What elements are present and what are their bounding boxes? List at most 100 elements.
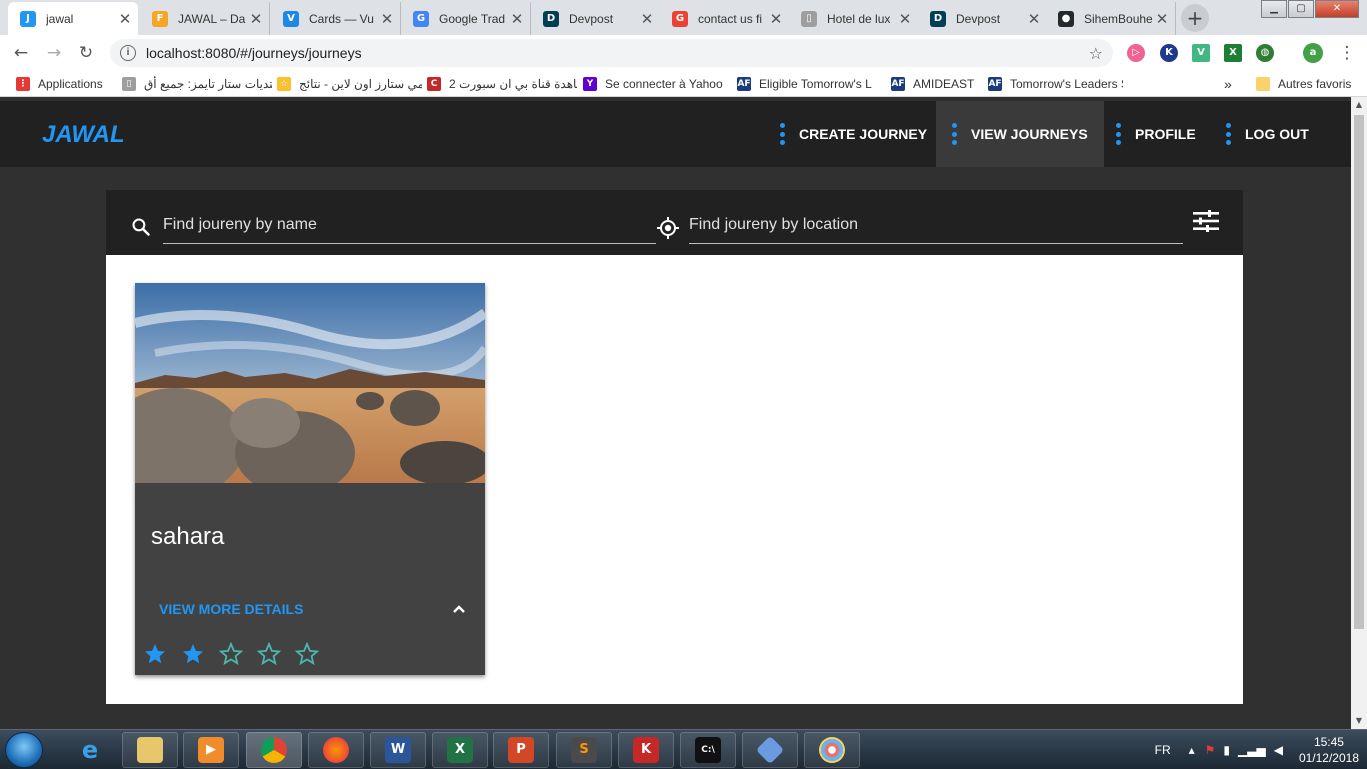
bookmark-item[interactable]: ⋮ Applications — [16, 76, 103, 92]
taskbar-internet-explorer[interactable]: e — [62, 732, 118, 768]
system-clock[interactable]: 15:45 01/12/2018 — [1299, 734, 1359, 766]
taskbar-excel[interactable]: X — [432, 732, 488, 768]
scrollbar-thumb[interactable] — [1354, 115, 1364, 629]
maximize-button[interactable]: ▢ — [1288, 0, 1314, 18]
close-tab-icon[interactable]: ✕ — [1027, 10, 1041, 28]
taskbar-chrome[interactable] — [246, 732, 302, 768]
taskbar-kaspersky[interactable]: K — [618, 732, 674, 768]
browser-tab[interactable]: D Devpost ✕ — [918, 2, 1048, 35]
browser-toolbar: ← → ↻ i ☆ ▷ K V X ◍ a ⋮ — [0, 35, 1367, 71]
taskbar-media-player[interactable]: ▶ — [183, 732, 239, 768]
language-indicator[interactable]: FR — [1155, 743, 1171, 757]
taskbar-sublime-text[interactable]: S — [556, 732, 612, 768]
browser-tab[interactable]: ● SihemBouhe ✕ — [1046, 2, 1176, 35]
name-search-input[interactable] — [163, 206, 656, 243]
nav-log-out[interactable]: LOG OUT — [1210, 101, 1325, 167]
site-info-icon[interactable]: i — [120, 45, 136, 61]
network-warning-icon[interactable]: ⚑ — [1205, 743, 1216, 757]
browser-tab[interactable]: F JAWAL – Da ✕ — [140, 2, 270, 35]
close-tab-icon[interactable]: ✕ — [1155, 10, 1169, 28]
taskbar-file-explorer[interactable] — [122, 732, 178, 768]
browser-tab[interactable]: D Devpost ✕ — [531, 2, 661, 35]
new-tab-button[interactable]: + — [1181, 4, 1209, 32]
browser-tab[interactable]: ▯ Hotel de lux ✕ — [789, 2, 919, 35]
nav-profile[interactable]: PROFILE — [1100, 101, 1212, 167]
folder-icon — [1256, 77, 1270, 91]
bookmark-label: مشاهدة قناة بي ان سبورت 2 — [449, 77, 577, 91]
close-tab-icon[interactable]: ✕ — [510, 10, 524, 28]
taskbar-command-prompt[interactable]: C:\ — [680, 732, 736, 768]
extension-x-icon[interactable]: X — [1224, 44, 1242, 62]
taskbar-git-gui[interactable] — [742, 732, 798, 768]
bookmark-label: Tomorrow's Leaders S — [1010, 77, 1123, 91]
address-bar[interactable]: i ☆ — [110, 39, 1113, 67]
profile-avatar[interactable]: a — [1303, 43, 1323, 63]
url-input[interactable] — [146, 45, 1089, 61]
star-filled-icon[interactable] — [181, 642, 205, 666]
other-bookmarks-label: Autres favoris — [1278, 77, 1352, 91]
bookmark-favicon-icon: ☆ — [277, 77, 291, 91]
bookmark-item[interactable]: Y Se connecter à Yahoo — [583, 76, 723, 92]
taskbar-paint[interactable] — [804, 732, 860, 768]
bookmark-label: AMIDEAST — [913, 77, 975, 91]
taskbar-firefox[interactable] — [308, 732, 364, 768]
show-hidden-icons-icon[interactable]: ▴ — [1189, 743, 1195, 757]
browser-menu-icon[interactable]: ⋮ — [1337, 43, 1357, 63]
nav-view-journeys[interactable]: VIEW JOURNEYS — [936, 101, 1104, 167]
star-outline-icon[interactable] — [219, 642, 243, 666]
close-tab-icon[interactable]: ✕ — [640, 10, 654, 28]
firebase-favicon: F — [152, 10, 168, 27]
terminal-icon: C:\ — [695, 737, 721, 763]
my-location-icon[interactable] — [656, 216, 680, 240]
taskbar-word[interactable]: W — [370, 732, 426, 768]
star-outline-icon[interactable] — [295, 642, 319, 666]
vue-devtools-icon[interactable]: V — [1192, 44, 1210, 62]
filter-tune-icon[interactable] — [1193, 210, 1219, 232]
nav-create-journey[interactable]: CREATE JOURNEY — [764, 101, 943, 167]
other-bookmarks-folder[interactable]: Autres favoris — [1256, 76, 1351, 92]
close-tab-icon[interactable]: ✕ — [898, 10, 912, 28]
bookmark-item[interactable]: AF Tomorrow's Leaders S — [988, 76, 1123, 92]
app-logo[interactable]: JAWAL — [42, 121, 125, 149]
taskbar-powerpoint[interactable]: P — [493, 732, 549, 768]
volume-icon[interactable]: ◀ — [1274, 743, 1283, 757]
battery-icon[interactable]: ▮ — [1223, 743, 1230, 757]
signal-icon[interactable]: ▁▃▅ — [1238, 743, 1266, 757]
bookmark-item[interactable]: AF Eligible Tomorrow's L — [737, 76, 872, 92]
bookmark-star-icon[interactable]: ☆ — [1089, 44, 1103, 63]
close-tab-icon[interactable]: ✕ — [769, 10, 783, 28]
star-outline-icon[interactable] — [257, 642, 281, 666]
bookmark-favicon-icon: AF — [988, 77, 1002, 91]
bookmark-item[interactable]: AF AMIDEAST — [891, 76, 974, 92]
browser-tab[interactable]: Jjawal ✕ — [8, 2, 138, 35]
view-more-details-button[interactable]: VIEW MORE DETAILS — [159, 601, 303, 617]
close-tab-icon[interactable]: ✕ — [249, 10, 263, 28]
back-icon[interactable]: ← — [11, 43, 31, 63]
chevron-up-icon[interactable] — [451, 601, 467, 617]
close-window-button[interactable]: ✕ — [1315, 0, 1359, 18]
browser-tab[interactable]: Gcontact us fi ✕ — [660, 2, 790, 35]
bookmark-item[interactable]: C مشاهدة قناة بي ان سبورت 2 — [427, 76, 577, 92]
excel-icon: X — [447, 737, 473, 763]
extension-globe-icon[interactable]: ◍ — [1256, 44, 1274, 62]
nav-label: LOG OUT — [1245, 126, 1309, 142]
scroll-down-icon[interactable]: ▼ — [1351, 713, 1367, 729]
folder-icon — [137, 737, 163, 763]
close-tab-icon[interactable]: ✕ — [380, 10, 394, 28]
browser-tab[interactable]: G Google Trad ✕ — [401, 2, 531, 35]
scroll-up-icon[interactable]: ▲ — [1351, 97, 1367, 113]
page-scrollbar[interactable]: ▲ ▼ — [1351, 97, 1367, 729]
minimize-button[interactable]: ▁ — [1261, 0, 1287, 18]
bookmark-item[interactable]: ☆ انمي ستارز اون لاين - نتائج — [277, 76, 422, 92]
browser-tab[interactable]: V Cards — Vu ✕ — [271, 2, 401, 35]
star-filled-icon[interactable] — [143, 642, 167, 666]
extension-k-icon[interactable]: K — [1160, 44, 1178, 62]
reload-icon[interactable]: ↻ — [76, 43, 96, 63]
extension-cast-icon[interactable]: ▷ — [1127, 44, 1145, 62]
close-tab-icon[interactable]: ✕ — [118, 10, 132, 28]
bookmark-item[interactable]: ▯ منتديات ستار تايمز: جميع أق — [122, 76, 272, 92]
location-search-input[interactable] — [689, 206, 1183, 243]
forward-icon[interactable]: → — [44, 43, 64, 63]
windows-start-button[interactable] — [5, 732, 43, 768]
more-bookmarks-button[interactable]: » — [1224, 76, 1232, 92]
